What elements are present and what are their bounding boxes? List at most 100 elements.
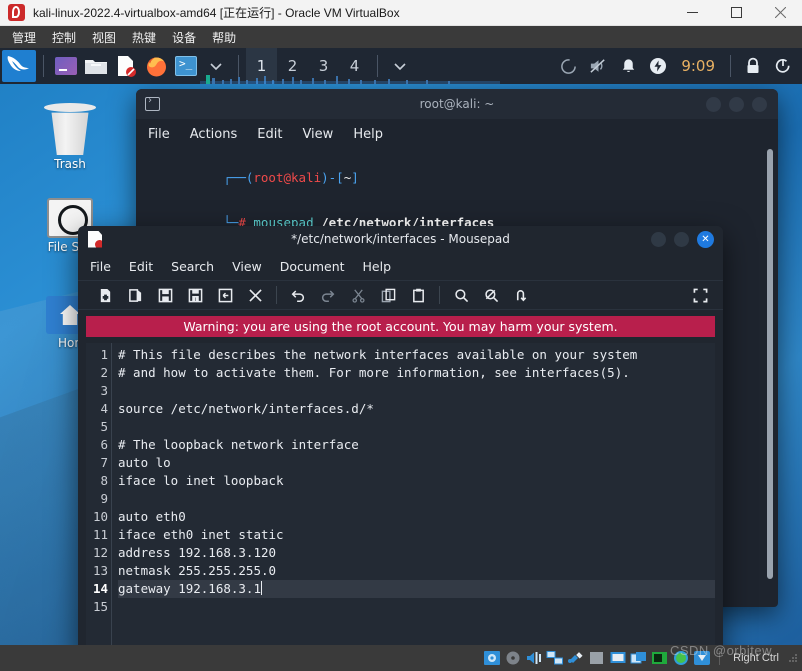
- line-number: 11: [92, 527, 108, 542]
- hard-disk-icon[interactable]: [483, 650, 501, 666]
- mousepad-toolbar: I: [78, 280, 723, 310]
- mousepad-window[interactable]: */etc/network/interfaces - Mousepad ✕ Fi…: [78, 226, 723, 645]
- close-button[interactable]: [752, 96, 767, 112]
- maximize-button[interactable]: [729, 96, 744, 112]
- save-as-icon[interactable]: I: [180, 282, 210, 308]
- text-document-icon: [88, 230, 102, 248]
- mousepad-menu-search[interactable]: Search: [171, 259, 214, 274]
- toolbar-divider-2: [439, 286, 440, 304]
- trash-icon: [51, 112, 89, 155]
- loading-spinner-icon[interactable]: [553, 51, 583, 81]
- code-line-current: gateway 192.168.3.1: [118, 580, 715, 598]
- mousepad-menubar: File Edit Search View Document Help: [78, 252, 723, 280]
- mousepad-menu-document[interactable]: Document: [280, 259, 345, 274]
- new-document-icon[interactable]: [90, 282, 120, 308]
- notification-bell-icon[interactable]: [613, 51, 643, 81]
- maximize-button[interactable]: [674, 231, 689, 247]
- power-manager-icon[interactable]: [643, 51, 673, 81]
- remote-desktop-icon[interactable]: [651, 650, 669, 666]
- host-menu-manage[interactable]: 管理: [4, 27, 44, 48]
- minimize-button[interactable]: [706, 96, 721, 112]
- save-icon[interactable]: [150, 282, 180, 308]
- shared-folder-icon[interactable]: [588, 650, 606, 666]
- jump-to-icon[interactable]: [506, 282, 536, 308]
- terminal-icon: [145, 95, 160, 111]
- cut-icon[interactable]: [343, 282, 373, 308]
- optical-disk-icon[interactable]: [504, 650, 522, 666]
- network-icon[interactable]: [546, 650, 564, 666]
- revert-icon[interactable]: [210, 282, 240, 308]
- host-menu-control[interactable]: 控制: [44, 27, 84, 48]
- host-menu-view[interactable]: 视图: [84, 27, 124, 48]
- terminal-menu-actions[interactable]: Actions: [190, 127, 238, 142]
- usb-icon[interactable]: [567, 650, 585, 666]
- mousepad-editor[interactable]: 1 2 3 4 5 6 7 8 9 10 11 12 13 14 15 # Th…: [86, 343, 715, 645]
- resize-grip-icon[interactable]: [787, 652, 799, 664]
- mousepad-menu-edit[interactable]: Edit: [129, 259, 153, 274]
- kali-dragon-icon[interactable]: [2, 50, 36, 82]
- code-line: source /etc/network/interfaces.d/*: [118, 401, 374, 416]
- close-icon[interactable]: ✕: [697, 230, 714, 248]
- terminal-menu-help[interactable]: Help: [353, 127, 383, 142]
- find-icon[interactable]: [446, 282, 476, 308]
- open-file-icon[interactable]: [120, 282, 150, 308]
- mousepad-menu-view[interactable]: View: [232, 259, 262, 274]
- mousepad-menu-help[interactable]: Help: [363, 259, 392, 274]
- recording-icon[interactable]: [630, 650, 648, 666]
- host-window-title: kali-linux-2022.4-virtualbox-amd64 [正在运行…: [33, 6, 400, 20]
- firefox-icon[interactable]: [141, 51, 171, 81]
- paste-icon[interactable]: [403, 282, 433, 308]
- redo-icon[interactable]: [313, 282, 343, 308]
- copy-icon[interactable]: [373, 282, 403, 308]
- terminal-menu-file[interactable]: File: [148, 127, 170, 142]
- desktop-icon-label: Trash: [54, 157, 86, 171]
- kali-system-tray: 9:09: [553, 51, 802, 81]
- line-number: 8: [100, 473, 108, 488]
- terminal-menu-edit[interactable]: Edit: [257, 127, 282, 142]
- logout-icon[interactable]: [768, 51, 798, 81]
- line-number-gutter: 1 2 3 4 5 6 7 8 9 10 11 12 13 14 15: [86, 343, 112, 645]
- minimize-button[interactable]: [651, 231, 666, 247]
- mouse-capture-icon[interactable]: [693, 650, 711, 666]
- code-line: netmask 255.255.255.0: [118, 563, 277, 578]
- mousepad-menu-file[interactable]: File: [90, 259, 111, 274]
- find-replace-icon[interactable]: [476, 282, 506, 308]
- fullscreen-icon[interactable]: [685, 282, 715, 308]
- terminal-titlebar: root@kali: ~: [136, 89, 778, 119]
- terminal-prompt-line: ┌──(root@kali)-[~]: [223, 170, 359, 185]
- undo-icon[interactable]: [283, 282, 313, 308]
- panel-divider: [43, 55, 44, 77]
- minimize-icon[interactable]: [670, 0, 714, 26]
- host-menu-devices[interactable]: 设备: [164, 27, 204, 48]
- audio-icon[interactable]: [525, 650, 543, 666]
- close-icon[interactable]: [758, 0, 802, 26]
- guest-additions-icon[interactable]: [672, 650, 690, 666]
- close-document-icon[interactable]: [240, 282, 270, 308]
- host-menu-help[interactable]: 帮助: [204, 27, 244, 48]
- text-editor-icon[interactable]: [111, 51, 141, 81]
- file-manager-icon[interactable]: [81, 51, 111, 81]
- volume-muted-icon[interactable]: [583, 51, 613, 81]
- desktop-icon-trash[interactable]: Trash: [24, 103, 116, 171]
- lock-icon[interactable]: [738, 51, 768, 81]
- line-number: 4: [100, 401, 108, 416]
- code-line-text: gateway 192.168.3.1: [118, 581, 261, 596]
- clock[interactable]: 9:09: [673, 57, 723, 75]
- toolbar-divider: [276, 286, 277, 304]
- text-caret: [261, 581, 262, 595]
- line-number: 5: [100, 419, 108, 434]
- editor-text-area[interactable]: # This file describes the network interf…: [112, 343, 715, 645]
- line-number: 12: [92, 545, 108, 560]
- terminal-emulator-icon[interactable]: [51, 51, 81, 81]
- statusbar-divider: [719, 651, 721, 665]
- terminal-menu-view[interactable]: View: [302, 127, 333, 142]
- terminal-scrollbar[interactable]: [767, 149, 773, 579]
- host-menu-hotkey[interactable]: 热键: [124, 27, 164, 48]
- terminal-active-icon[interactable]: >_: [171, 51, 201, 81]
- line-number: 10: [92, 509, 108, 524]
- display-icon[interactable]: [609, 650, 627, 666]
- maximize-icon[interactable]: [714, 0, 758, 26]
- guest-screen: Trash File Sys Hon root@kali: ~ File: [0, 48, 802, 645]
- prompt-host: kali: [291, 170, 322, 185]
- code-line: auto eth0: [118, 509, 186, 524]
